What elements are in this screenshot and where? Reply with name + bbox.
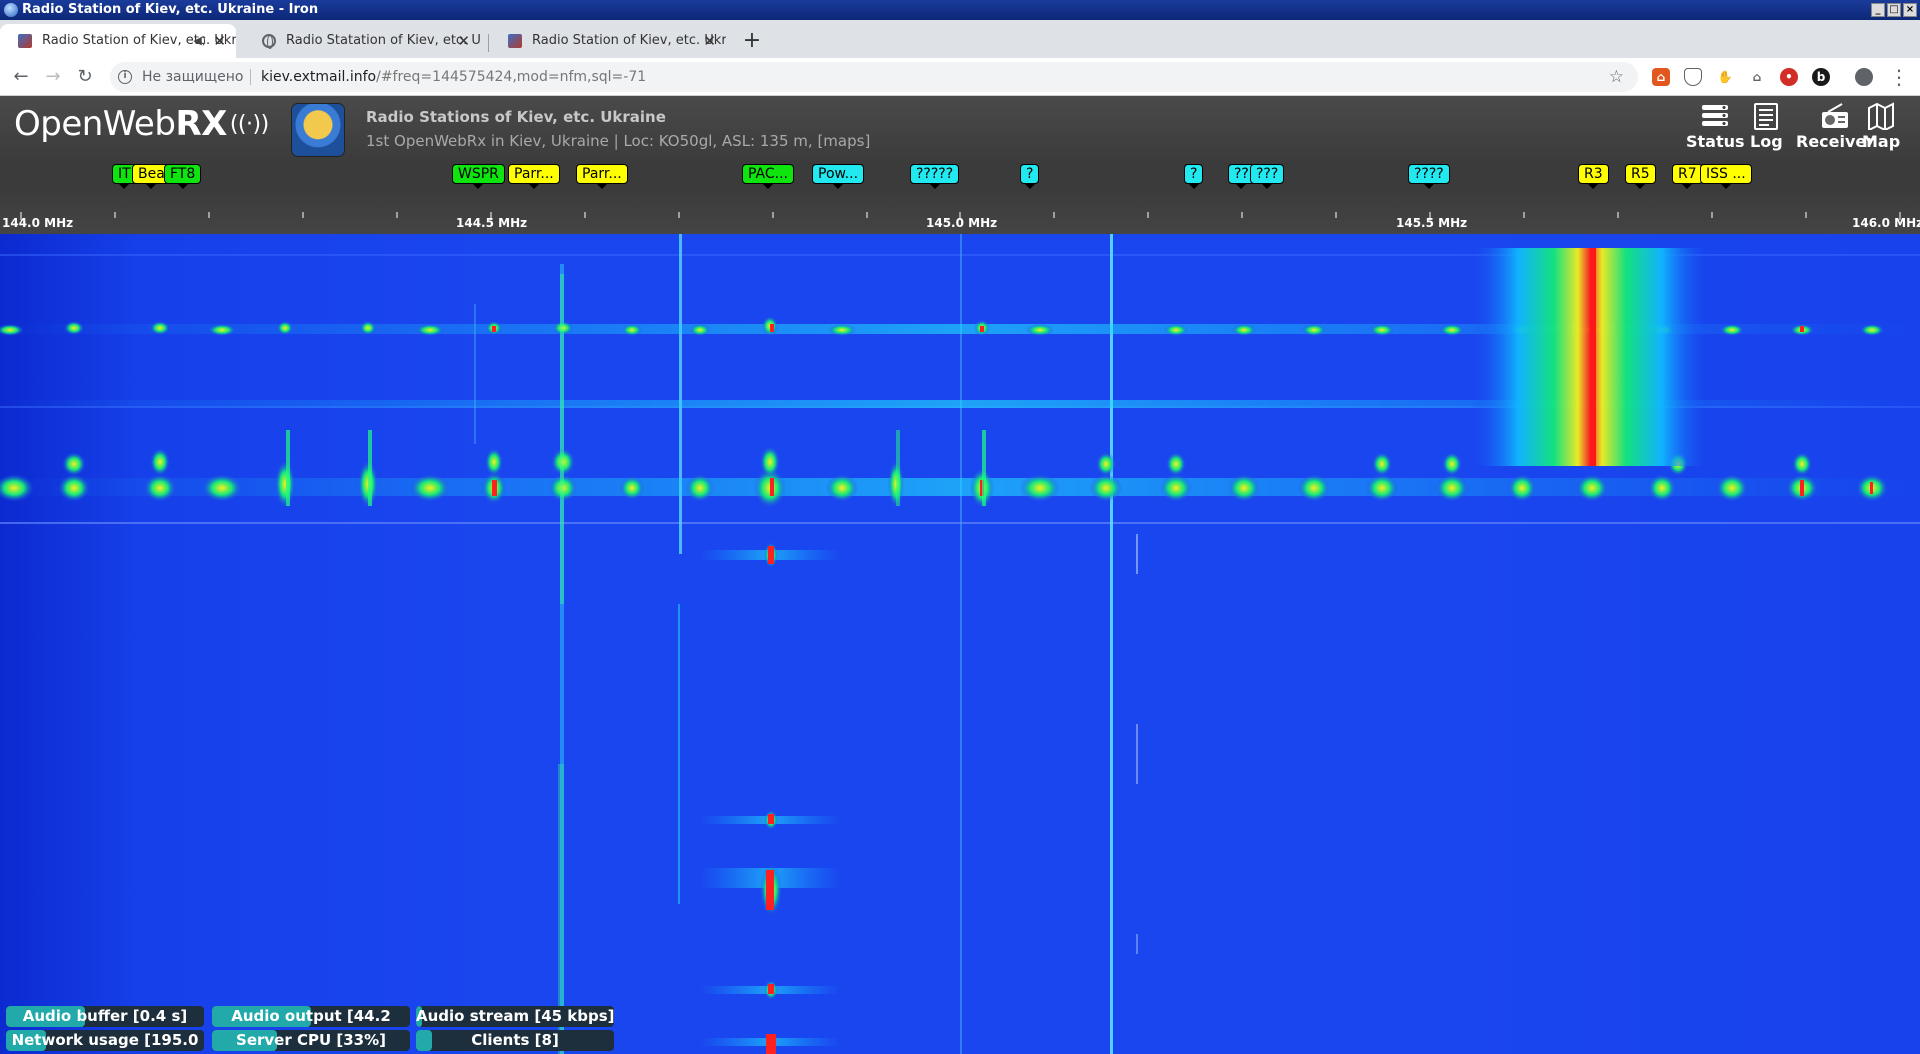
bookmark[interactable]: PAC... — [742, 164, 795, 189]
receiver-title: Radio Stations of Kiev, etc. Ukraine — [366, 108, 666, 126]
house-extension-icon[interactable]: ⌂ — [1652, 68, 1670, 86]
receiver-description: 1st OpenWebRx in Kiev, Ukraine | Loc: KO… — [366, 132, 871, 150]
scale-label: 144.5 MHz — [456, 216, 528, 230]
status-panel-button[interactable]: Status — [1686, 102, 1745, 151]
window-title-bar: Radio Station of Kiev, etc. Ukraine - Ir… — [0, 0, 1920, 20]
globe-icon — [262, 34, 276, 49]
maps-link[interactable]: [maps] — [817, 132, 870, 150]
maximize-button[interactable]: □ — [1887, 3, 1901, 17]
bookmark[interactable]: ISS ... — [1700, 164, 1752, 189]
minimize-button[interactable]: _ — [1871, 3, 1885, 17]
iron-browser-icon — [4, 3, 18, 17]
url-text[interactable]: kiev.extmail.info/#freq=144575424,mod=nf… — [261, 62, 646, 92]
scale-label: 146.0 MHz — [1852, 216, 1920, 230]
audio-stream-bar: Audio stream [45 kbps] — [416, 1006, 614, 1027]
tab-3[interactable]: Radio Station of Kiev, etc. Ukraine - Ir… — [490, 24, 726, 58]
tab-title: Radio Station of Kiev, etc. Ukraine - Ir… — [532, 33, 726, 48]
audio-buffer-bar: Audio buffer [0.4 s] — [6, 1006, 204, 1027]
log-icon — [1754, 103, 1779, 130]
openwebrx-logo-icon — [508, 34, 522, 48]
bookmark[interactable]: FT8 — [164, 164, 202, 189]
server-cpu-bar: Server CPU [33%] — [212, 1030, 410, 1051]
close-tab-icon[interactable]: ✕ — [457, 24, 470, 58]
menu-kebab-icon[interactable]: ⋮ — [1886, 58, 1912, 96]
bookmark[interactable]: R3 — [1578, 164, 1609, 189]
radio-icon — [1822, 103, 1849, 128]
map-icon — [1868, 102, 1895, 130]
bookmark[interactable]: ??? — [1250, 164, 1285, 189]
bookmark[interactable]: Parr... — [576, 164, 628, 189]
reload-button[interactable]: ↻ — [72, 58, 98, 96]
tab-2[interactable]: Radio Statation of Kiev, etc. Ukraine ✕ — [244, 24, 480, 58]
tab-title: Radio Station of Kiev, etc. Ukraine - Ir… — [42, 33, 236, 48]
window-title: Radio Station of Kiev, etc. Ukraine - Ir… — [22, 2, 319, 17]
bookmark[interactable]: ? — [1020, 164, 1040, 189]
close-tab-icon[interactable]: ✕ — [703, 24, 716, 58]
b-extension-icon[interactable]: b — [1812, 68, 1830, 86]
tab-1[interactable]: Radio Station of Kiev, etc. Ukraine - Ir… — [0, 24, 236, 58]
back-button[interactable]: ← — [8, 58, 34, 96]
info-icon[interactable]: i — [118, 70, 132, 84]
lastpass-extension-icon[interactable]: • — [1780, 68, 1798, 86]
status-panel: Audio buffer [0.4 s] Audio output [44.2 … — [0, 1004, 620, 1054]
log-panel-button[interactable]: Log — [1750, 102, 1783, 151]
tab-title: Radio Statation of Kiev, etc. Ukraine — [286, 33, 480, 48]
security-status[interactable]: Не защищено — [142, 62, 243, 92]
bookmark[interactable]: Parr... — [508, 164, 560, 189]
bookmark-bar: IT Bea FT8 WSPR Parr... Parr... PAC... P… — [0, 164, 1920, 209]
scale-label: 145.5 MHz — [1396, 216, 1468, 230]
bookmark[interactable]: Pow... — [812, 164, 865, 189]
home-extension-icon[interactable]: ⌂ — [1748, 68, 1766, 86]
bookmark[interactable]: R7 — [1672, 164, 1703, 189]
hand-extension-icon[interactable]: ✋ — [1716, 68, 1734, 86]
address-bar[interactable]: i Не защищено kiev.extmail.info/#freq=14… — [110, 62, 1638, 92]
browser-toolbar: ← → ↻ i Не защищено kiev.extmail.info/#f… — [0, 58, 1920, 96]
close-window-button[interactable]: × — [1903, 3, 1917, 17]
progress-fill — [416, 1030, 432, 1051]
new-tab-button[interactable]: + — [738, 24, 766, 58]
bookmark-star-icon[interactable]: ☆ — [1609, 62, 1624, 92]
waterfall-display[interactable] — [0, 234, 1920, 1054]
clients-bar: Clients [8] — [416, 1030, 614, 1051]
map-panel-button[interactable]: Map — [1862, 102, 1900, 151]
bookmark[interactable]: R5 — [1625, 164, 1656, 189]
bookmark[interactable]: WSPR — [452, 164, 505, 189]
scale-label: 145.0 MHz — [926, 216, 998, 230]
audio-output-bar: Audio output [44.2 — [212, 1006, 410, 1027]
bookmark[interactable]: ???? — [1408, 164, 1450, 189]
openwebrx-logo-icon — [18, 34, 32, 48]
waterfall-graphic — [0, 234, 1920, 1054]
bookmark[interactable]: ? — [1184, 164, 1204, 189]
openwebrx-header: OpenWebRX ((·)) Radio Stations of Kiev, e… — [0, 96, 1920, 164]
network-usage-bar: Network usage [195.0 — [6, 1030, 204, 1051]
tab-strip: Radio Station of Kiev, etc. Ukraine - Ir… — [0, 20, 1920, 58]
forward-button[interactable]: → — [40, 58, 66, 96]
bookmark[interactable]: ????? — [910, 164, 960, 189]
scale-label: 144.0 MHz — [2, 216, 74, 230]
close-tab-icon[interactable]: ✕ — [213, 24, 226, 58]
receiver-avatar[interactable] — [292, 104, 344, 156]
profile-avatar-icon[interactable] — [1855, 68, 1873, 86]
frequency-scale[interactable]: 144.0 MHz 144.5 MHz 145.0 MHz 145.5 MHz … — [0, 192, 1920, 234]
status-icon — [1702, 105, 1729, 126]
openwebrx-logo[interactable]: OpenWebRX ((·)) — [14, 104, 269, 144]
speaker-icon[interactable]: ◀) — [193, 24, 206, 58]
shield-extension-icon[interactable] — [1684, 68, 1702, 86]
